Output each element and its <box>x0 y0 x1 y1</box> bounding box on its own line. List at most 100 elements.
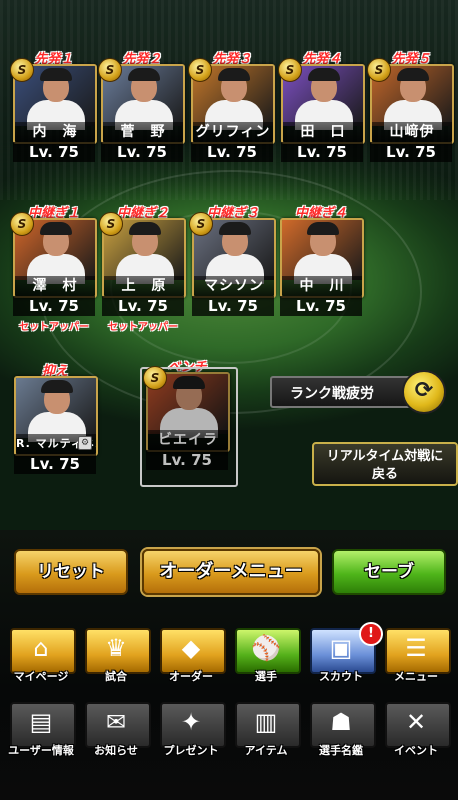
nav-label: ユーザー情報 <box>8 744 74 757</box>
player-name: 澤 村 <box>15 276 95 296</box>
rank-badge-icon: S <box>143 366 167 390</box>
realtime-label-line1: リアルタイム対戦に <box>326 449 444 464</box>
nav-label: 選手 <box>255 670 277 683</box>
reliever-slot[interactable]: 中継ぎ４ 中 川 Lv. 75 <box>280 202 364 332</box>
nav-label: マイページ <box>13 670 69 683</box>
nav-label: お知らせ <box>94 744 138 757</box>
player-level: Lv. 75 <box>280 296 362 316</box>
rank-badge-icon: S <box>99 212 123 236</box>
closer-slot[interactable]: 抑えR. マルティネス⚙Lv. 75 <box>14 360 98 490</box>
event-icon: ✕ <box>405 708 427 736</box>
nav-label: メニュー <box>394 670 438 683</box>
nav-item[interactable]: ♛ 試合 <box>79 626 153 684</box>
reliever-slot[interactable]: 中継ぎ１ 澤 村 S Lv. 75 セットアッパー <box>10 202 97 333</box>
item-icon: ▥ <box>254 708 278 736</box>
settings-icon[interactable]: ⚙ <box>78 436 92 450</box>
nav-label: スカウト <box>319 670 363 683</box>
nav-item[interactable]: ▣! スカウト <box>304 622 383 684</box>
nav-label: プレゼント <box>163 744 219 757</box>
rank-fatigue-panel[interactable]: ランク戦疲労 <box>270 376 420 408</box>
save-button[interactable]: セーブ <box>332 549 446 595</box>
player-level: Lv. 75 <box>14 454 96 474</box>
gift-icon: ✦ <box>180 708 202 736</box>
rank-badge-icon: S <box>189 212 213 236</box>
player-level: Lv. 75 <box>13 296 95 316</box>
trophy-icon: ♛ <box>105 634 127 662</box>
player-card[interactable]: 中 川 <box>280 218 364 298</box>
scout-card-icon: ▣ <box>329 634 353 662</box>
player-portrait <box>282 220 362 284</box>
player-name: 山﨑伊 <box>372 122 452 142</box>
rank-fatigue-label: ランク戦疲労 <box>290 386 374 402</box>
refresh-icon[interactable]: ⟳ <box>402 370 446 414</box>
starter-slot[interactable]: 先発３ グリフィン S Lv. 75 <box>188 48 275 178</box>
player-name: 菅 野 <box>103 122 183 142</box>
portrait-cap <box>218 68 250 81</box>
nav-item[interactable]: ✉ お知らせ <box>79 700 153 758</box>
nav-item[interactable]: ☰ メニュー <box>379 626 453 684</box>
nav-item[interactable]: ▤ ユーザー情報 <box>4 700 78 758</box>
rank-badge-icon: S <box>10 58 34 82</box>
rank-badge-icon: S <box>188 58 212 82</box>
portrait-cap <box>129 222 161 235</box>
starter-slot[interactable]: 先発５ 山﨑伊 S Lv. 75 <box>367 48 454 178</box>
order-menu-button[interactable]: オーダーメニュー <box>142 549 320 595</box>
nav-label: アイテム <box>244 744 288 757</box>
player-level: Lv. 75 <box>13 142 95 162</box>
player-name: 中 川 <box>282 276 362 296</box>
role-label: セットアッパー <box>19 322 89 333</box>
rank-badge-icon: S <box>278 58 302 82</box>
player-level: Lv. 75 <box>191 142 273 162</box>
nav-item[interactable]: ▥ アイテム <box>229 700 303 758</box>
portrait-cap <box>128 68 160 81</box>
portrait-cap <box>40 222 72 235</box>
starter-slot[interactable]: 先発２ 菅 野 S Lv. 75 <box>98 48 185 178</box>
player-level: Lv. 75 <box>281 142 363 162</box>
portrait-cap <box>307 222 339 235</box>
reset-button[interactable]: リセット <box>14 549 128 595</box>
nav-label: 試合 <box>105 670 127 683</box>
nav-item[interactable]: ☗ 選手名鑑 <box>304 700 378 758</box>
player-card[interactable]: R. マルティネス⚙ <box>14 376 98 456</box>
reliever-slot[interactable]: 中継ぎ３ マシソン S Lv. 75 <box>189 202 276 332</box>
realtime-label-line2: 戻る <box>371 467 398 482</box>
starter-slot[interactable]: 先発４ 田 口 S Lv. 75 <box>278 48 365 178</box>
nav-label: イベント <box>394 744 438 757</box>
notice-icon: ✉ <box>105 708 127 736</box>
nav-item[interactable]: ✕ イベント <box>379 700 453 758</box>
nav-item[interactable]: ⌂ マイページ <box>4 626 78 684</box>
nav-label: 選手名鑑 <box>319 744 363 757</box>
player-level: Lv. 75 <box>102 296 184 316</box>
portrait-cap <box>308 68 340 81</box>
nav-item[interactable]: ◆ オーダー <box>154 626 228 684</box>
portrait-cap <box>397 68 429 81</box>
player-name: 上 原 <box>104 276 184 296</box>
return-realtime-battle-button[interactable]: リアルタイム対戦に 戻る <box>312 442 458 486</box>
rank-badge-icon: S <box>98 58 122 82</box>
reliever-slot[interactable]: 中継ぎ２ 上 原 S Lv. 75 セットアッパー <box>99 202 186 333</box>
menu-icon: ☰ <box>405 634 427 662</box>
player-level: Lv. 75 <box>370 142 452 162</box>
portrait-cap <box>219 222 251 235</box>
user-info-icon: ▤ <box>29 708 53 736</box>
portrait-cap <box>41 380 73 393</box>
nav-item[interactable]: ✦ プレゼント <box>154 700 228 758</box>
nav-item[interactable]: ⚾ 選手 <box>229 626 303 684</box>
notification-badge: ! <box>359 622 383 646</box>
player-level: Lv. 75 <box>192 296 274 316</box>
player-book-icon: ☗ <box>330 708 352 736</box>
portrait-cap <box>40 68 72 81</box>
role-label: セットアッパー <box>108 322 178 333</box>
player-icon: ⚾ <box>251 634 281 662</box>
player-name: グリフィン <box>193 122 273 142</box>
player-name: 田 口 <box>283 122 363 142</box>
starter-slot[interactable]: 先発１ 内 海 S Lv. 75 <box>10 48 97 178</box>
player-name: 内 海 <box>15 122 95 142</box>
rank-badge-icon: S <box>367 58 391 82</box>
player-level: Lv. 75 <box>101 142 183 162</box>
order-icon: ◆ <box>181 634 201 662</box>
nav-label: オーダー <box>169 670 213 683</box>
player-name: マシソン <box>194 276 274 296</box>
player-portrait <box>16 378 96 442</box>
home-icon: ⌂ <box>33 634 49 662</box>
